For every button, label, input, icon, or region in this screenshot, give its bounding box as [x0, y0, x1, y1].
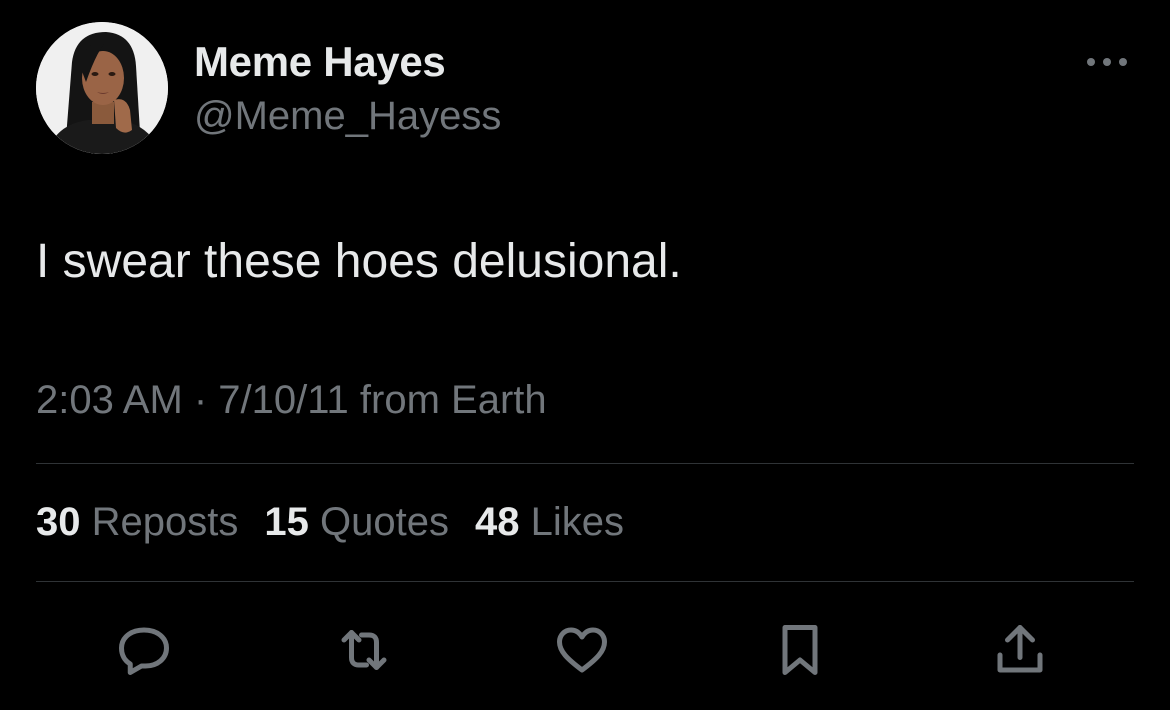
reposts-stat[interactable]: 30 Reposts [36, 500, 238, 545]
reposts-label: Reposts [91, 500, 239, 544]
tweet-text: I swear these hoes delusional. [36, 235, 682, 288]
share-icon[interactable] [988, 618, 1052, 682]
engagement-stats: 30 Reposts 15 Quotes 48 Likes [36, 500, 624, 545]
user-handle[interactable]: @Meme_Hayess [194, 94, 501, 139]
bookmark-icon[interactable] [768, 618, 832, 682]
tweet-card: Meme Hayes @Meme_Hayess I swear these ho… [0, 0, 1170, 710]
more-options-icon[interactable] [1082, 48, 1132, 76]
divider [36, 463, 1134, 464]
quotes-label: Quotes [320, 500, 449, 544]
avatar[interactable] [36, 22, 168, 154]
likes-count: 48 [474, 500, 520, 544]
repost-icon[interactable] [332, 618, 396, 682]
divider [36, 581, 1134, 582]
reply-icon[interactable] [112, 618, 176, 682]
reposts-count: 30 [36, 500, 81, 544]
tweet-timestamp[interactable]: 2:03 AM · 7/10/11 from Earth [36, 378, 547, 423]
avatar-image [36, 22, 168, 154]
likes-label: Likes [530, 500, 624, 544]
display-name[interactable]: Meme Hayes [194, 38, 446, 86]
heart-icon[interactable] [550, 618, 614, 682]
quotes-stat[interactable]: 15 Quotes [264, 500, 449, 545]
quotes-count: 15 [264, 500, 309, 544]
likes-stat[interactable]: 48 Likes [475, 500, 624, 545]
